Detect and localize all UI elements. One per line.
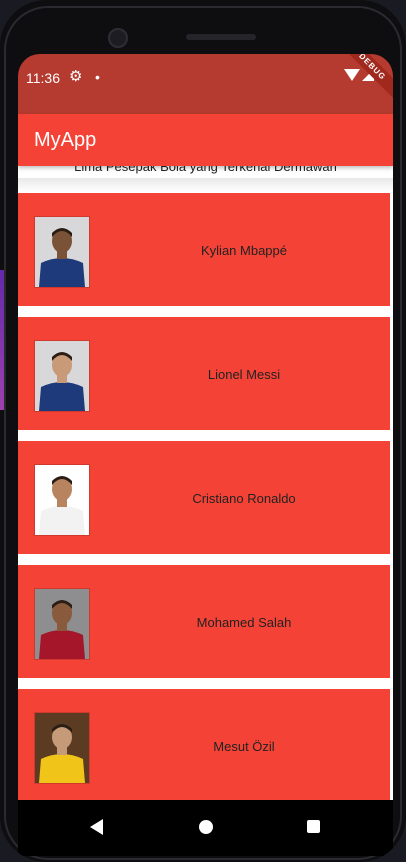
status-bar: 11:36 ⚙ • DEBUG <box>18 54 393 114</box>
player-photo <box>34 216 90 288</box>
player-photo <box>34 340 90 412</box>
player-name: Mohamed Salah <box>196 615 292 630</box>
player-photo <box>34 464 90 536</box>
player-card[interactable]: Mohamed Salah <box>18 565 390 678</box>
player-card[interactable]: Lionel Messi <box>18 317 390 430</box>
app-title: MyApp <box>34 129 97 151</box>
home-icon[interactable] <box>199 820 213 834</box>
player-photo <box>34 712 90 784</box>
player-name: Cristiano Ronaldo <box>192 491 296 506</box>
side-glow <box>0 270 4 410</box>
player-name: Kylian Mbappé <box>201 243 287 258</box>
status-time: 11:36 <box>26 70 60 86</box>
front-camera <box>108 28 128 48</box>
earpiece-speaker <box>186 34 256 40</box>
navigation-bar <box>18 800 393 856</box>
player-card[interactable]: Mesut Özil <box>18 689 390 800</box>
phone-frame: 11:36 ⚙ • DEBUG MyApp Lima Pesepak Bola … <box>0 0 406 862</box>
app-bar: MyApp <box>18 114 393 166</box>
player-list[interactable]: Lima Pesepak Bola yang Terkenal Dermawan… <box>18 166 393 800</box>
player-name: Lionel Messi <box>207 367 281 382</box>
player-card[interactable]: Cristiano Ronaldo <box>18 441 390 554</box>
player-photo <box>34 588 90 660</box>
screen: 11:36 ⚙ • DEBUG MyApp Lima Pesepak Bola … <box>18 54 393 856</box>
heading-divider <box>18 178 393 192</box>
list-heading: Lima Pesepak Bola yang Terkenal Dermawan <box>74 166 337 174</box>
player-card[interactable]: Kylian Mbappé <box>18 193 390 306</box>
back-icon[interactable] <box>90 819 103 835</box>
dot-icon: • <box>95 69 100 85</box>
wifi-icon <box>344 69 360 81</box>
player-name: Mesut Özil <box>213 739 275 754</box>
gear-icon: ⚙ <box>69 68 83 85</box>
recents-icon[interactable] <box>307 820 320 833</box>
